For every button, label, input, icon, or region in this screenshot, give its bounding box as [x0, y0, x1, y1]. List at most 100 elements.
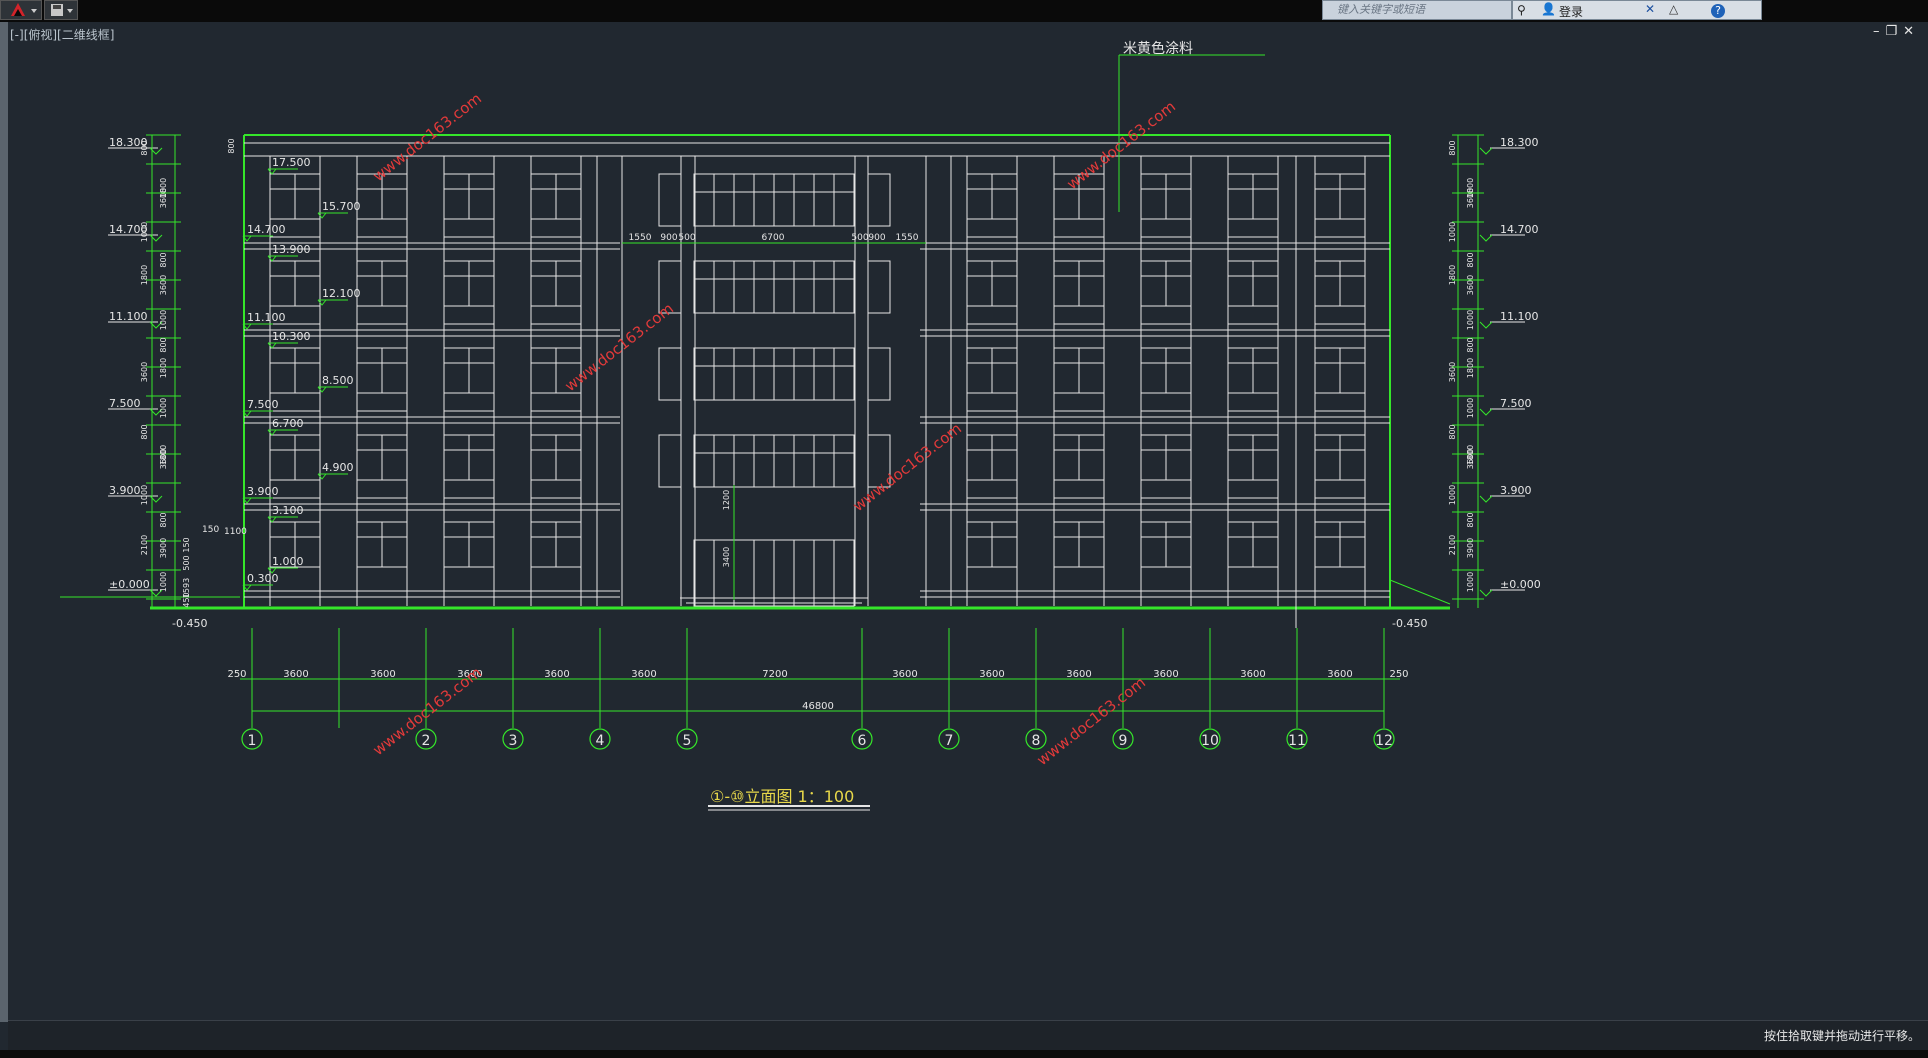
watermark-text: www.doc163.com: [849, 419, 965, 515]
dim-label-top: 500: [851, 233, 868, 243]
dim-label-vertical: 3600: [1448, 362, 1457, 382]
dim-label-vertical: 800: [140, 424, 149, 439]
drawing-canvas[interactable]: 18.30014.70011.1007.5003.900±0.00018.300…: [8, 22, 1928, 1020]
dim-label-small: 150: [202, 525, 219, 535]
login-link[interactable]: 登录: [1559, 3, 1583, 20]
axis-label: 1: [248, 733, 257, 749]
dim-label-small: 1100: [224, 527, 247, 537]
axis-label: 2: [422, 733, 431, 749]
level-marker: [267, 516, 277, 523]
dim-label-vertical: 1800: [1466, 445, 1475, 465]
search-input[interactable]: 键入关键字或短语: [1322, 0, 1512, 20]
dim-label-vertical: 1800: [140, 265, 149, 285]
binoculars-icon[interactable]: ⚲: [1517, 3, 1526, 17]
dim-label-small: 1200: [722, 490, 731, 510]
status-message: 按住拾取键并拖动进行平移。: [1763, 1029, 1920, 1043]
level-marker: [317, 212, 327, 219]
level-marker: [267, 255, 277, 262]
ground-level-right: -0.450: [1392, 617, 1427, 630]
dim-label-vertical: 3600: [140, 362, 149, 382]
level-marker: [267, 429, 277, 436]
save-icon: [51, 4, 73, 16]
ground-level-left: -0.450: [172, 617, 207, 630]
axis-label: 10: [1201, 733, 1219, 749]
drawing-title: ①-⑩立面图 1：100: [710, 787, 854, 806]
level-marker: [267, 168, 277, 175]
left-edge: [0, 22, 8, 1022]
dim-label-vertical: 3600: [1466, 275, 1475, 295]
level-label-right: 11.100: [1500, 310, 1539, 323]
inner-level-label: 4.900: [322, 461, 354, 474]
level-label-left: ±0.000: [109, 578, 150, 591]
dim-label-vertical: 800: [159, 337, 168, 352]
dim-label-vertical: 1000: [1466, 398, 1475, 418]
watermark-text: www.doc163.com: [1033, 673, 1149, 769]
exchange-icon[interactable]: ✕: [1645, 2, 1655, 16]
watermark-text: www.doc163.com: [369, 89, 485, 185]
dim-label-vertical: 1000: [159, 572, 168, 592]
window: [867, 173, 891, 227]
dim-label-top: 500: [678, 233, 695, 243]
axis-label: 5: [683, 733, 692, 749]
level-marker: [1479, 234, 1493, 242]
dim-label-top: 900: [660, 233, 677, 243]
level-label-left: 7.500: [109, 397, 141, 410]
dim-label-vertical: 800: [1466, 512, 1475, 527]
dim-label-vertical: 1800: [159, 178, 168, 198]
dim-label-vertical: 3900: [1466, 538, 1475, 558]
title-bar: 键入关键字或短语 ⚲ 👤 登录 ✕ △ ?: [0, 0, 1928, 22]
axis-label: 9: [1119, 733, 1128, 749]
level-label-right: 3.900: [1500, 484, 1532, 497]
dim-label-vertical: 1800: [159, 445, 168, 465]
dim-label-vertical: 800: [1448, 424, 1457, 439]
window: [658, 173, 682, 227]
dim-label-vertical: 1000: [159, 310, 168, 330]
dim-label-vertical: 1000: [1448, 222, 1457, 242]
dim-label-top: 1550: [629, 233, 652, 243]
dim-label-vertical: 800: [159, 512, 168, 527]
inner-level-label: 13.900: [272, 243, 311, 256]
level-marker: [1479, 147, 1493, 155]
command-line[interactable]: 按住拾取键并拖动进行平移。: [8, 1020, 1928, 1051]
level-label-right: 14.700: [1500, 223, 1539, 236]
dim-label-vertical: 1800: [1448, 265, 1457, 285]
level-marker: [1479, 408, 1493, 416]
level-marker: [267, 342, 277, 349]
level-label-left: 11.100: [109, 310, 148, 323]
axis-label: 11: [1288, 733, 1306, 749]
level-label-right: 18.300: [1500, 136, 1539, 149]
dim-label-vertical: 1800: [1466, 358, 1475, 378]
app-menu-button[interactable]: [0, 0, 42, 20]
window: [867, 347, 891, 401]
inner-level-label: 1.000: [272, 555, 304, 568]
level-marker: [1479, 495, 1493, 503]
level-label-left: 3.900: [109, 484, 141, 497]
status-bar: [0, 1050, 1928, 1058]
bay-dim-label: 3600: [1240, 669, 1265, 680]
window: [658, 434, 682, 488]
inner-level-label: 15.700: [322, 200, 361, 213]
axis-label: 4: [596, 733, 605, 749]
bay-dim-label: 3600: [283, 669, 308, 680]
axis-label: 7: [945, 733, 954, 749]
watermark-text: www.doc163.com: [561, 299, 677, 395]
dim-label-vertical: 800: [159, 252, 168, 267]
material-note: 米黄色涂料: [1123, 40, 1193, 57]
inner-level-label: 6.700: [272, 417, 304, 430]
user-icon[interactable]: 👤: [1541, 2, 1556, 16]
bay-dim-label: 250: [227, 669, 246, 680]
inner-level-label: 0.300: [247, 572, 279, 585]
quick-access-toolbar[interactable]: [44, 0, 78, 20]
dim-label-vertical: 1800: [1466, 178, 1475, 198]
connect-icon[interactable]: △: [1669, 2, 1678, 16]
dim-label-top: 1550: [896, 233, 919, 243]
help-icon[interactable]: ?: [1711, 4, 1725, 18]
axis-label: 6: [858, 733, 867, 749]
level-marker: [1479, 589, 1493, 597]
total-dim-label: 46800: [802, 701, 834, 712]
dim-label-vertical: 1593: [182, 578, 191, 598]
bay-dim-label: 3600: [1327, 669, 1352, 680]
dim-label-vertical: 800: [1466, 337, 1475, 352]
axis-label: 8: [1032, 733, 1041, 749]
bay-dim-label: 3600: [370, 669, 395, 680]
